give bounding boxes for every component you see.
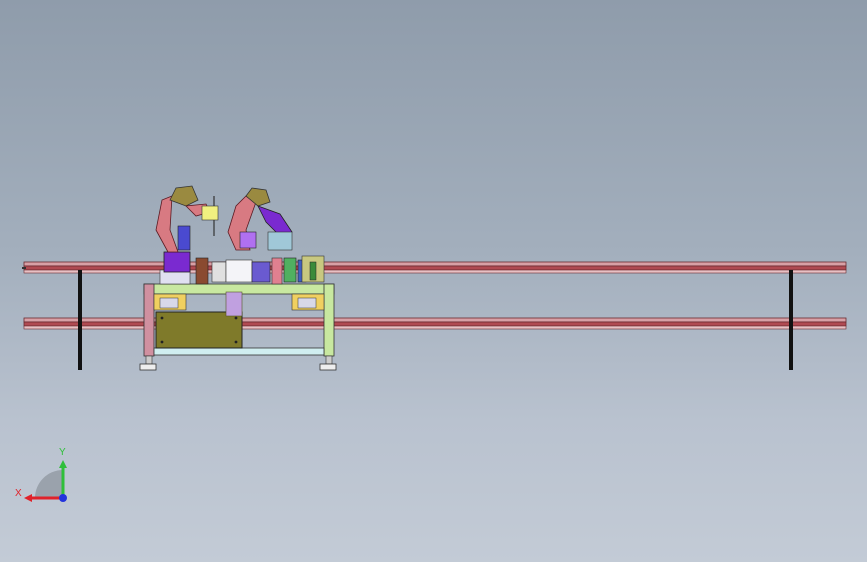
cad-viewport[interactable]	[0, 0, 867, 562]
triad-plane-shading	[35, 470, 63, 498]
triad-y-arrowhead	[59, 460, 67, 468]
triad-y-label: Y	[59, 447, 66, 458]
control-cabinet-panel[interactable]	[155, 311, 243, 349]
coordinate-triad: Y X	[15, 447, 67, 502]
robot-arm-right[interactable]	[227, 187, 293, 251]
rail-support-leg-left[interactable]	[78, 270, 82, 370]
leveling-foot-right[interactable]	[319, 355, 337, 371]
triad-x-label: X	[15, 488, 22, 499]
upper-conveyor-rail[interactable]	[22, 261, 847, 274]
triad-x-arrowhead	[24, 494, 32, 502]
leveling-foot-left[interactable]	[139, 355, 157, 371]
triad-z-axis	[59, 494, 67, 502]
rail-support-leg-right[interactable]	[789, 270, 793, 370]
tabletop-equipment[interactable]	[195, 255, 325, 285]
purple-fixture[interactable]	[225, 291, 243, 317]
